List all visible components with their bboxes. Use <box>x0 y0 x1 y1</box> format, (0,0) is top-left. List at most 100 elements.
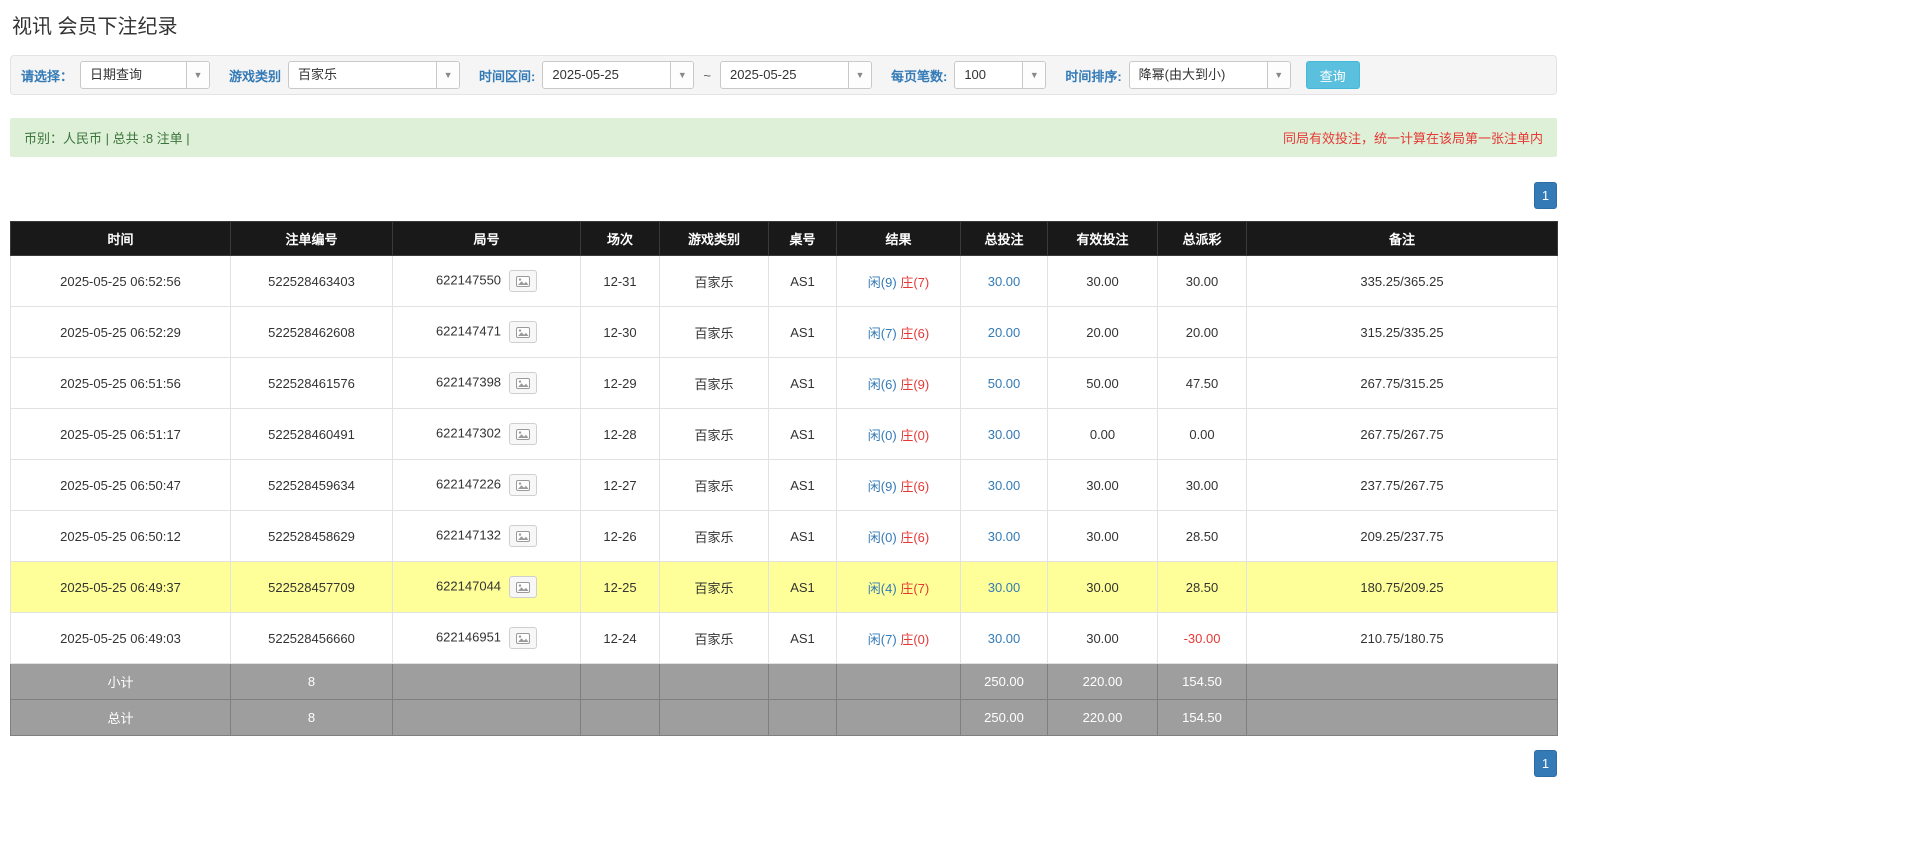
column-header-0: 时间 <box>11 222 231 256</box>
game-type-cell: 百家乐 <box>660 562 769 613</box>
round-number: 622147226 <box>436 476 501 491</box>
query-type-combo[interactable]: 日期查询 ▼ <box>80 61 210 89</box>
page-container: 视讯 会员下注纪录 请选择： 日期查询 ▼ 游戏类别 百家乐 ▼ 时间区间: 2… <box>10 10 1557 777</box>
result-banker: 庄(0) <box>900 428 929 443</box>
bet-id-cell: 522528456660 <box>231 613 393 664</box>
round-image-icon[interactable] <box>509 627 537 649</box>
round-image-icon[interactable] <box>509 321 537 343</box>
total-bet-cell: 50.00 <box>961 358 1048 409</box>
bet-id-cell: 522528461576 <box>231 358 393 409</box>
table-no-cell: AS1 <box>769 307 837 358</box>
game-type-cell: 百家乐 <box>660 358 769 409</box>
result-cell: 闲(0) 庄(0) <box>837 409 961 460</box>
round-image-icon[interactable] <box>509 576 537 598</box>
date-from-combo[interactable]: 2025-05-25 ▼ <box>542 61 694 89</box>
bet-id-cell: 522528457709 <box>231 562 393 613</box>
total-bet-link[interactable]: 30.00 <box>988 580 1021 595</box>
chevron-down-icon[interactable]: ▼ <box>670 62 693 88</box>
total-bet-link[interactable]: 50.00 <box>988 376 1021 391</box>
bet-id-cell: 522528460491 <box>231 409 393 460</box>
table-row: 2025-05-25 06:50:12522528458629622147132… <box>11 511 1558 562</box>
time-sort-value: 降幂(由大到小) <box>1130 62 1267 88</box>
result-player: 闲(7) <box>868 632 897 647</box>
session-cell: 12-28 <box>581 409 660 460</box>
session-cell: 12-30 <box>581 307 660 358</box>
bet-time-cell: 2025-05-25 06:51:17 <box>11 409 231 460</box>
remark-cell: 210.75/180.75 <box>1247 613 1558 664</box>
table-no-cell: AS1 <box>769 511 837 562</box>
chevron-down-icon[interactable]: ▼ <box>1267 62 1290 88</box>
time-sort-combo[interactable]: 降幂(由大到小) ▼ <box>1129 61 1291 89</box>
chevron-down-icon[interactable]: ▼ <box>1022 62 1045 88</box>
session-cell: 12-29 <box>581 358 660 409</box>
round-cell: 622147398 <box>393 358 581 409</box>
total-bet-link[interactable]: 30.00 <box>988 631 1021 646</box>
chevron-down-icon[interactable]: ▼ <box>186 62 209 88</box>
remark-cell: 209.25/237.75 <box>1247 511 1558 562</box>
footer-remark <box>1247 700 1558 736</box>
total-bet-cell: 20.00 <box>961 307 1048 358</box>
summary-bar: 币别：人民币 | 总共 :8 注单 | 同局有效投注，统一计算在该局第一张注单内 <box>10 118 1557 157</box>
page-size-combo[interactable]: 100 ▼ <box>954 61 1046 89</box>
table-body: 2025-05-25 06:52:56522528463403622147550… <box>11 256 1558 664</box>
result-cell: 闲(9) 庄(6) <box>837 460 961 511</box>
game-type-cell: 百家乐 <box>660 613 769 664</box>
column-header-7: 总投注 <box>961 222 1048 256</box>
result-banker: 庄(7) <box>900 275 929 290</box>
round-image-icon[interactable] <box>509 525 537 547</box>
valid-bet-cell: 30.00 <box>1048 460 1158 511</box>
payout-cell: 30.00 <box>1158 460 1247 511</box>
column-header-4: 游戏类别 <box>660 222 769 256</box>
bet-time-cell: 2025-05-25 06:50:47 <box>11 460 231 511</box>
game-type-cell: 百家乐 <box>660 256 769 307</box>
result-player: 闲(4) <box>868 581 897 596</box>
chevron-down-icon[interactable]: ▼ <box>848 62 871 88</box>
pagination-top: 1 <box>10 182 1557 209</box>
total-bet-link[interactable]: 30.00 <box>988 427 1021 442</box>
result-banker: 庄(9) <box>900 377 929 392</box>
table-row: 2025-05-25 06:49:03522528456660622146951… <box>11 613 1558 664</box>
round-number: 622147302 <box>436 425 501 440</box>
game-type-combo[interactable]: 百家乐 ▼ <box>288 61 460 89</box>
table-no-cell: AS1 <box>769 460 837 511</box>
footer-valid-bet: 220.00 <box>1048 664 1158 700</box>
footer-count: 8 <box>231 664 393 700</box>
bet-time-cell: 2025-05-25 06:52:29 <box>11 307 231 358</box>
round-image-icon[interactable] <box>509 423 537 445</box>
total-bet-cell: 30.00 <box>961 460 1048 511</box>
remark-cell: 335.25/365.25 <box>1247 256 1558 307</box>
result-banker: 庄(0) <box>900 632 929 647</box>
round-cell: 622147226 <box>393 460 581 511</box>
payout-cell: -30.00 <box>1158 613 1247 664</box>
page-button-1[interactable]: 1 <box>1534 182 1557 209</box>
chevron-down-icon[interactable]: ▼ <box>436 62 459 88</box>
bet-time-cell: 2025-05-25 06:49:37 <box>11 562 231 613</box>
total-bet-link[interactable]: 20.00 <box>988 325 1021 340</box>
session-cell: 12-24 <box>581 613 660 664</box>
result-banker: 庄(7) <box>900 581 929 596</box>
date-range-label: 时间区间: <box>479 66 535 85</box>
footer-total-bet: 250.00 <box>961 700 1048 736</box>
result-banker: 庄(6) <box>900 326 929 341</box>
table-no-cell: AS1 <box>769 256 837 307</box>
column-header-8: 有效投注 <box>1048 222 1158 256</box>
total-bet-link[interactable]: 30.00 <box>988 529 1021 544</box>
page-button-1[interactable]: 1 <box>1534 750 1557 777</box>
bet-id-cell: 522528458629 <box>231 511 393 562</box>
date-to-combo[interactable]: 2025-05-25 ▼ <box>720 61 872 89</box>
round-image-icon[interactable] <box>509 270 537 292</box>
search-button[interactable]: 查询 <box>1306 61 1360 89</box>
footer-game <box>660 700 769 736</box>
total-bet-link[interactable]: 30.00 <box>988 274 1021 289</box>
round-image-icon[interactable] <box>509 372 537 394</box>
valid-bet-cell: 30.00 <box>1048 256 1158 307</box>
total-bet-link[interactable]: 30.00 <box>988 478 1021 493</box>
round-number: 622147132 <box>436 527 501 542</box>
summary-text: 币别：人民币 | 总共 :8 注单 | <box>24 128 190 147</box>
round-image-icon[interactable] <box>509 474 537 496</box>
round-number: 622147471 <box>436 323 501 338</box>
footer-game <box>660 664 769 700</box>
payout-cell: 28.50 <box>1158 562 1247 613</box>
valid-bet-cell: 30.00 <box>1048 562 1158 613</box>
result-banker: 庄(6) <box>900 479 929 494</box>
